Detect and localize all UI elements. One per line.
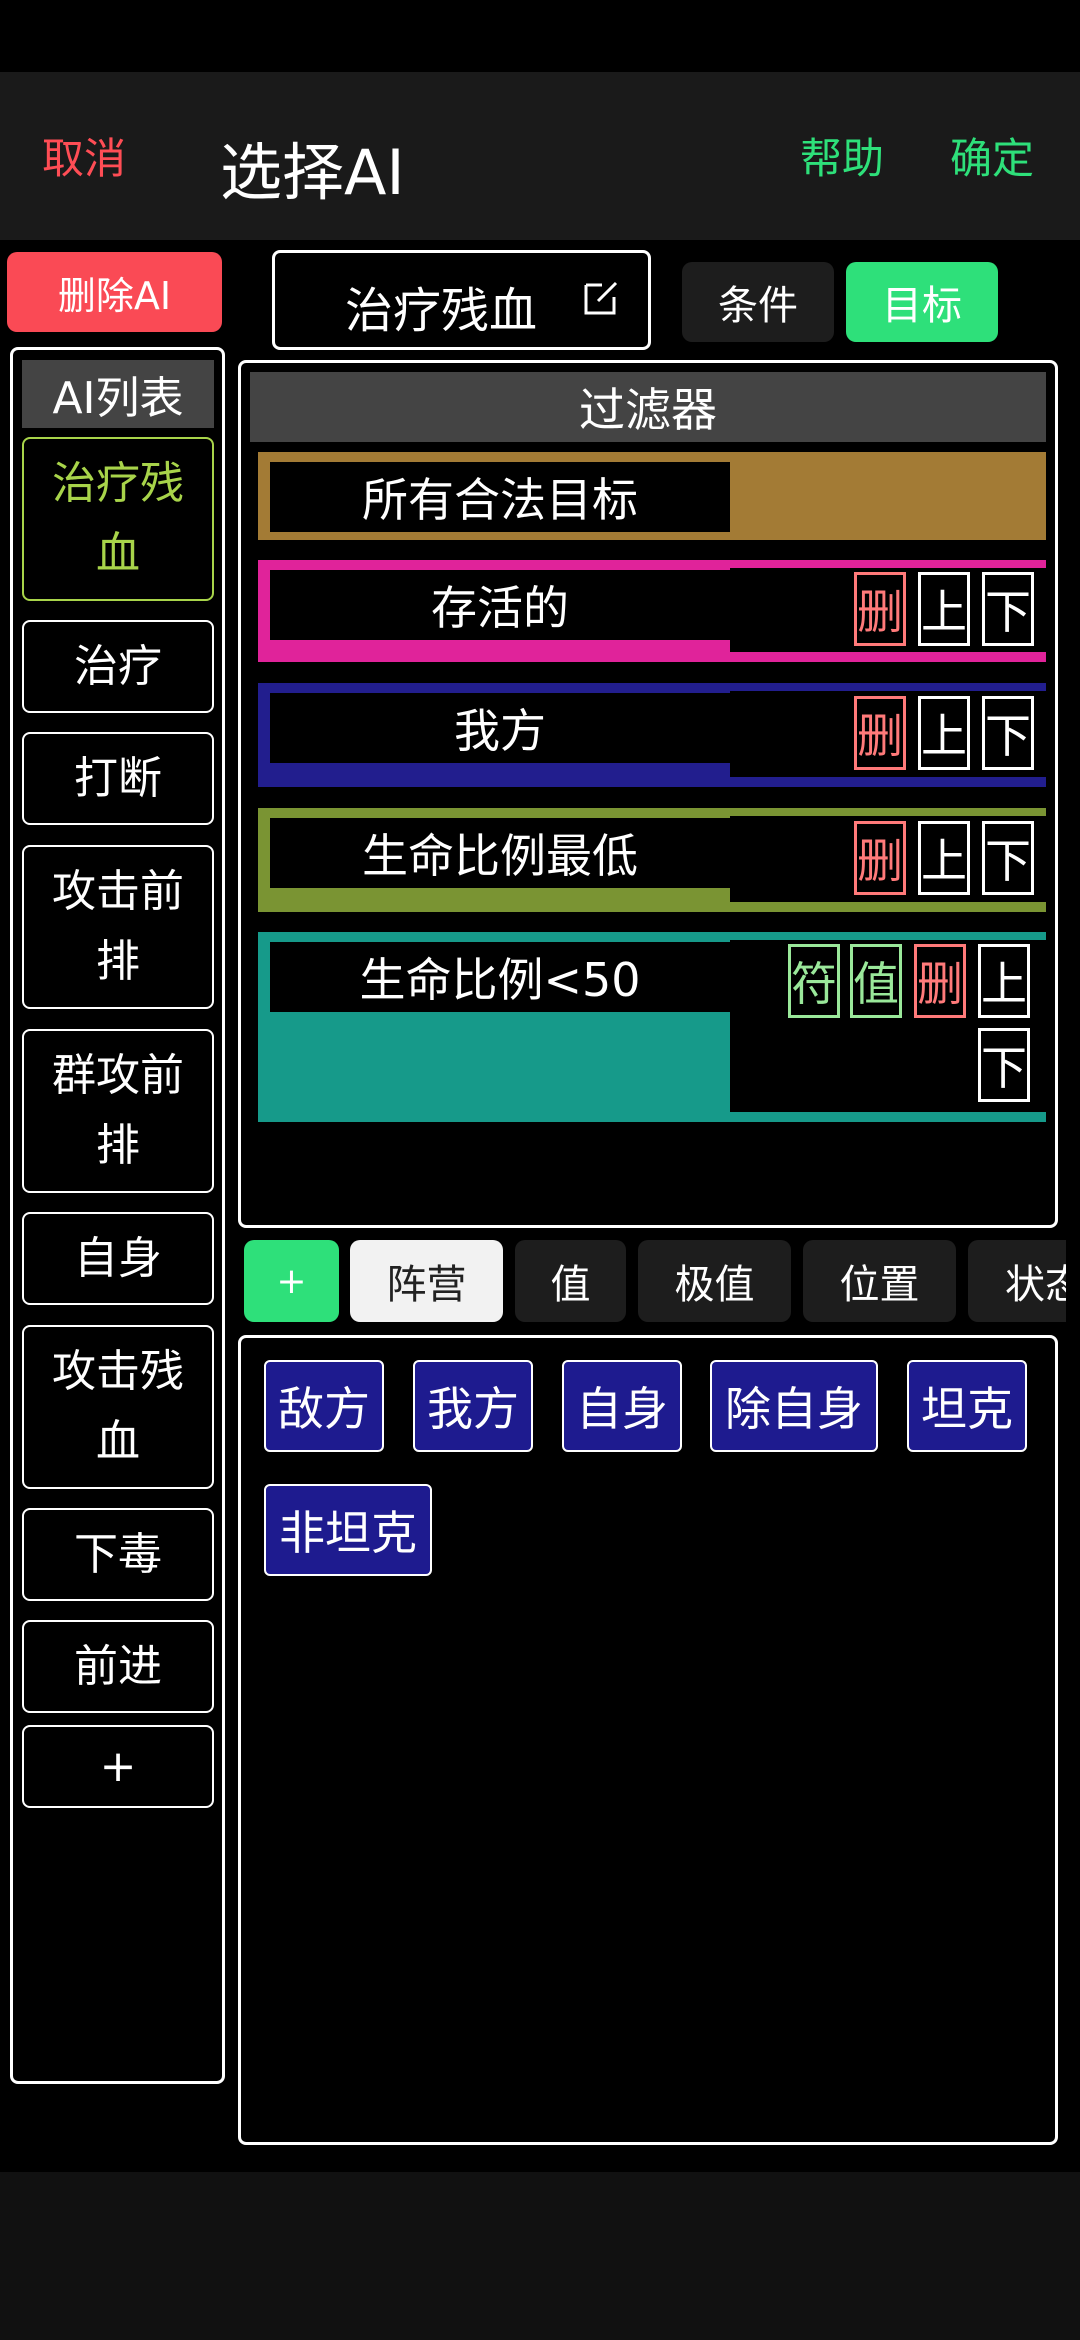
move-up-button[interactable]: 上 xyxy=(918,696,970,770)
option-enemy[interactable]: 敌方 xyxy=(264,1360,384,1452)
option-except-self[interactable]: 除自身 xyxy=(710,1360,878,1452)
rule-actions: 删 上 下 xyxy=(730,568,1046,652)
option-self[interactable]: 自身 xyxy=(562,1360,682,1452)
filter-rule-label: 存活的 xyxy=(270,570,730,640)
tab-target[interactable]: 目标 xyxy=(846,262,998,342)
tab-extreme[interactable]: 极值 xyxy=(638,1240,791,1322)
sidebar-item-label: 打断 xyxy=(74,752,162,804)
sidebar-item-label: 前进 xyxy=(74,1640,162,1692)
filter-rule-label: 生命比例最低 xyxy=(270,818,730,888)
plus-icon: + xyxy=(99,1740,137,1792)
filter-rule-all-targets[interactable]: 所有合法目标 xyxy=(258,452,1046,540)
add-filter-button[interactable]: + xyxy=(244,1240,339,1322)
sidebar-item-label: 群攻前排 xyxy=(52,1050,184,1171)
move-up-button[interactable]: 上 xyxy=(918,572,970,646)
sidebar-item-label: 自身 xyxy=(74,1232,162,1284)
edit-icon[interactable] xyxy=(582,277,622,317)
tab-status[interactable]: 状态 xyxy=(968,1240,1066,1322)
ai-name-text: 治疗残血 xyxy=(345,283,538,339)
filter-rule-alive[interactable]: 存活的 删 上 下 xyxy=(258,560,1046,662)
sidebar-item-advance[interactable]: 前进 xyxy=(22,1620,214,1713)
move-up-button[interactable]: 上 xyxy=(978,944,1030,1018)
sidebar-item-label: 治疗残血 xyxy=(52,458,184,579)
rule-actions: 删 上 下 xyxy=(730,816,1046,902)
filter-rule-ally[interactable]: 我方 删 上 下 xyxy=(258,683,1046,787)
delete-ai-button[interactable]: 删除AI xyxy=(7,252,222,332)
sidebar-item-aoe-front[interactable]: 群攻前排 xyxy=(22,1029,214,1193)
move-down-button[interactable]: 下 xyxy=(978,1028,1030,1102)
sidebar-item-heal-low-hp[interactable]: 治疗残血 xyxy=(22,437,214,601)
tab-status-clip: 状态 xyxy=(968,1240,1066,1322)
delete-rule-button[interactable]: 删 xyxy=(914,944,966,1018)
rule-actions: 符 值 删 上 下 xyxy=(730,940,1046,1112)
ai-list-title: AI列表 xyxy=(22,360,214,428)
delete-rule-button[interactable]: 删 xyxy=(854,821,906,895)
filter-rule-lowest-hp-ratio[interactable]: 生命比例最低 删 上 下 xyxy=(258,808,1046,912)
sidebar-item-poison[interactable]: 下毒 xyxy=(22,1508,214,1601)
filter-title: 过滤器 xyxy=(250,372,1046,442)
tab-condition[interactable]: 条件 xyxy=(682,262,834,342)
move-down-button[interactable]: 下 xyxy=(982,572,1034,646)
help-button[interactable]: 帮助 xyxy=(800,125,884,186)
sidebar-item-heal[interactable]: 治疗 xyxy=(22,620,214,713)
bottom-bar xyxy=(0,2172,1080,2340)
option-non-tank[interactable]: 非坦克 xyxy=(264,1484,432,1576)
sidebar-item-label: 攻击残血 xyxy=(52,1346,184,1467)
cancel-button[interactable]: 取消 xyxy=(42,125,126,186)
sidebar-item-self[interactable]: 自身 xyxy=(22,1212,214,1305)
sidebar-item-attack-low-hp[interactable]: 攻击残血 xyxy=(22,1325,214,1489)
filter-rule-hp-below-50[interactable]: 生命比例<50 符 值 删 上 下 xyxy=(258,932,1046,1122)
sidebar-item-label: 攻击前排 xyxy=(52,866,184,987)
filter-rule-label: 生命比例<50 xyxy=(270,942,730,1012)
filter-rule-label: 所有合法目标 xyxy=(270,462,730,532)
tab-faction[interactable]: 阵营 xyxy=(350,1240,503,1322)
rule-actions: 删 上 下 xyxy=(730,691,1046,777)
delete-rule-button[interactable]: 删 xyxy=(854,572,906,646)
option-ally[interactable]: 我方 xyxy=(413,1360,533,1452)
sidebar-item-attack-front[interactable]: 攻击前排 xyxy=(22,845,214,1009)
value-button[interactable]: 值 xyxy=(850,944,902,1018)
move-down-button[interactable]: 下 xyxy=(982,696,1034,770)
add-ai-button[interactable]: + xyxy=(22,1725,214,1808)
move-up-button[interactable]: 上 xyxy=(918,821,970,895)
delete-rule-button[interactable]: 删 xyxy=(854,696,906,770)
page-title: 选择AI xyxy=(220,136,405,209)
sidebar-item-interrupt[interactable]: 打断 xyxy=(22,732,214,825)
tab-position[interactable]: 位置 xyxy=(803,1240,956,1322)
options-panel xyxy=(238,1335,1058,2145)
move-down-button[interactable]: 下 xyxy=(982,821,1034,895)
header-bar xyxy=(0,72,1080,240)
option-tank[interactable]: 坦克 xyxy=(907,1360,1027,1452)
operator-button[interactable]: 符 xyxy=(788,944,840,1018)
tab-value[interactable]: 值 xyxy=(515,1240,626,1322)
confirm-button[interactable]: 确定 xyxy=(950,125,1034,186)
ai-name-field[interactable]: 治疗残血 xyxy=(272,250,651,350)
sidebar-item-label: 治疗 xyxy=(74,640,162,692)
sidebar-item-label: 下毒 xyxy=(74,1528,162,1580)
filter-rule-label: 我方 xyxy=(270,693,730,763)
